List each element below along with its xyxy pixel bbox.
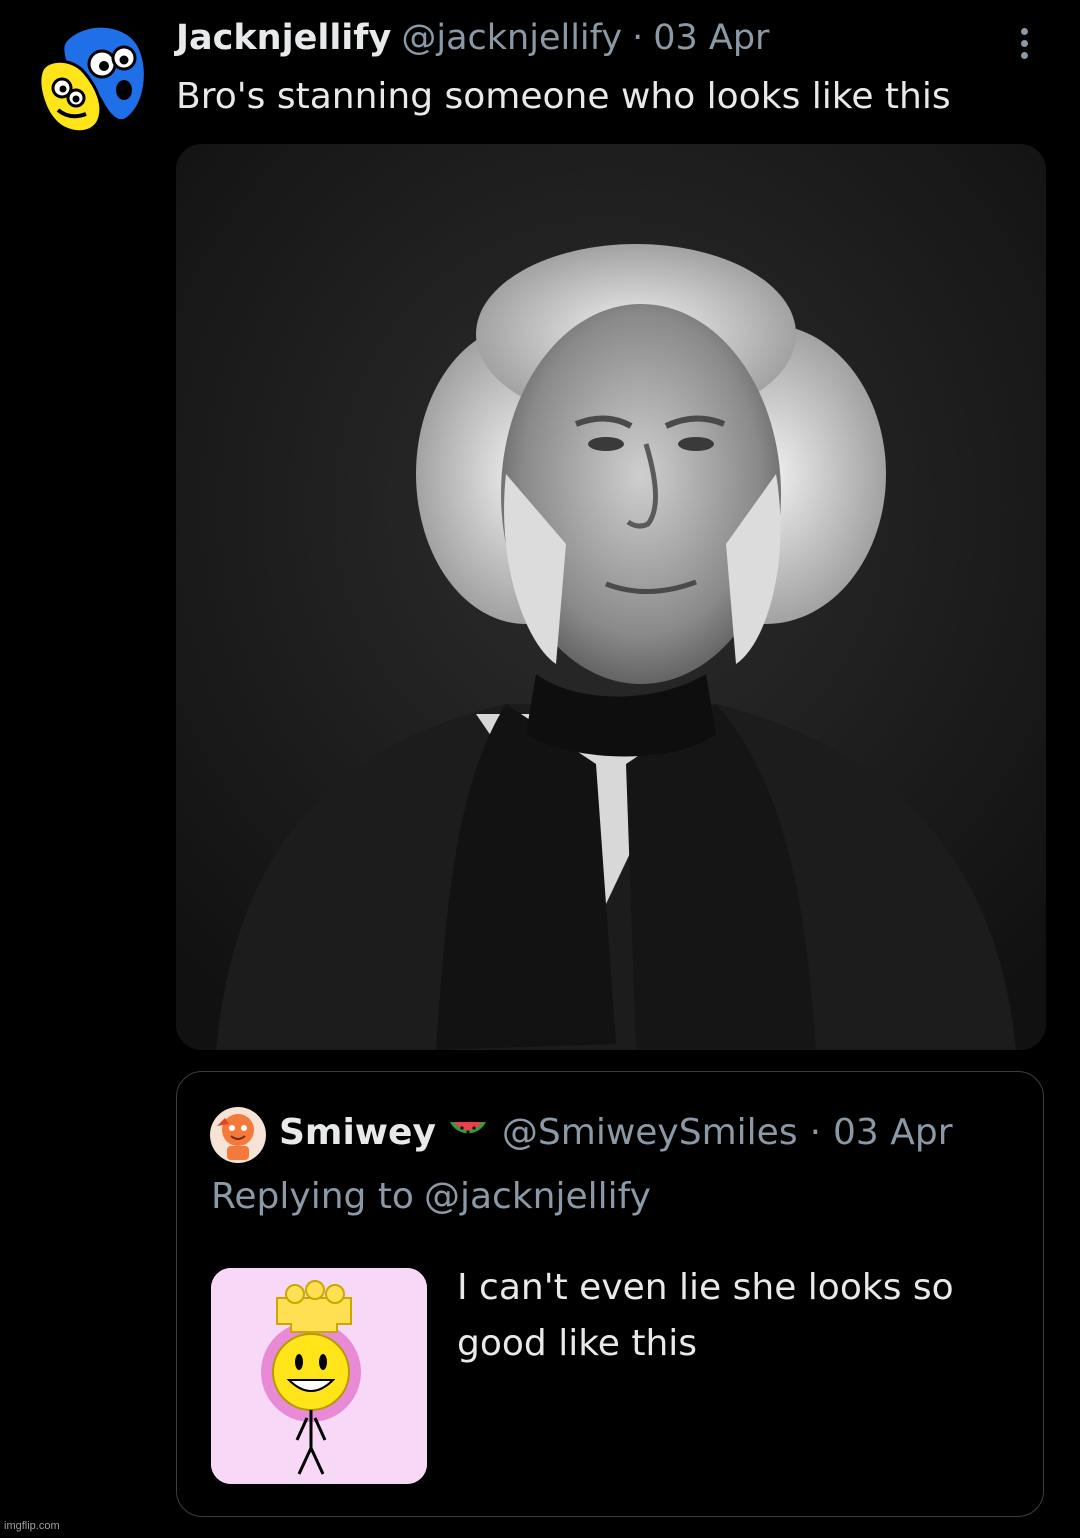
quote-media-thumbnail[interactable] xyxy=(211,1268,427,1484)
quote-text: I can't even lie she looks so good like … xyxy=(457,1267,954,1364)
author-avatar[interactable] xyxy=(28,18,152,142)
quote-author-handle[interactable]: @SmiweySmiles xyxy=(502,1112,798,1153)
quote-author-avatar[interactable] xyxy=(209,1106,267,1164)
tweet-text: Bro's stanning someone who looks like th… xyxy=(176,76,951,117)
tweet-media-image[interactable] xyxy=(176,144,1046,1050)
quote-author-display-name[interactable]: Smiwey xyxy=(279,1112,436,1153)
tweet-header: Jacknjellify @jacknjellify · 03 Apr xyxy=(176,18,1016,68)
quote-separator-dot: · xyxy=(809,1111,822,1153)
replying-to-handle[interactable]: @jacknjellify xyxy=(424,1176,651,1217)
tweet[interactable]: Jacknjellify @jacknjellify · 03 Apr Bro'… xyxy=(0,0,1080,1538)
yellow-sun-character-icon xyxy=(211,1268,427,1484)
replying-to-label: Replying to xyxy=(211,1176,414,1217)
tweet-date[interactable]: 03 Apr xyxy=(653,18,769,58)
more-options-button[interactable] xyxy=(1010,28,1038,68)
quoted-tweet[interactable]: Smiwey @SmiweySmiles · 03 Apr Replying t… xyxy=(176,1071,1044,1517)
replying-to-line: Replying to @jacknjellify xyxy=(211,1176,651,1217)
cartoon-character-avatar-icon xyxy=(38,24,147,134)
author-display-name[interactable]: Jacknjellify xyxy=(176,18,391,58)
watermark: imgflip.com xyxy=(4,1520,60,1532)
portrait-photo xyxy=(176,144,1046,1050)
quote-header: Smiwey @SmiweySmiles · 03 Apr xyxy=(279,1110,953,1154)
separator-dot: · xyxy=(632,18,644,58)
quote-date[interactable]: 03 Apr xyxy=(833,1112,953,1153)
orange-character-avatar-icon xyxy=(210,1107,266,1163)
vertical-ellipsis-icon xyxy=(1010,28,1038,59)
watermelon-emoji-icon xyxy=(449,1122,486,1134)
author-handle[interactable]: @jacknjellify xyxy=(401,18,622,58)
